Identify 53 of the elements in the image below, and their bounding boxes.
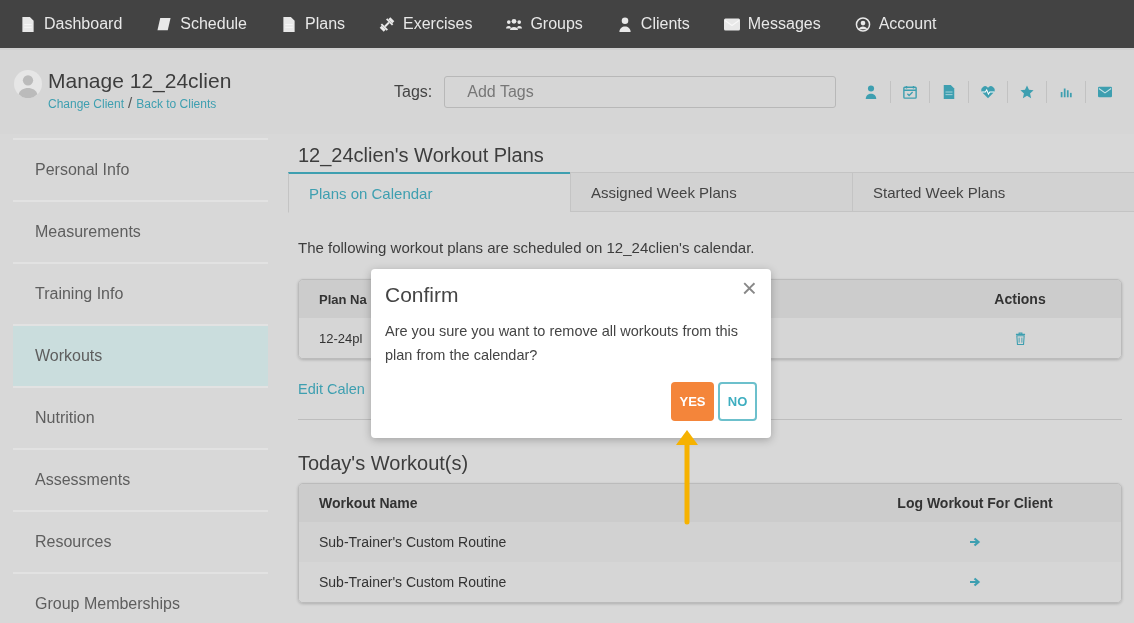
document-icon bbox=[942, 85, 956, 99]
dumbbell-icon bbox=[379, 16, 396, 32]
nav-link[interactable]: Plans bbox=[281, 15, 346, 33]
dialog-title: Confirm bbox=[385, 283, 459, 307]
nav-link[interactable]: Schedule bbox=[156, 15, 247, 33]
section-title: 12_24clien's Workout Plans bbox=[298, 144, 545, 169]
envelope-icon bbox=[723, 16, 740, 32]
sidebar-item[interactable]: Group Memberships bbox=[13, 572, 268, 623]
sidebar-item[interactable]: Workouts bbox=[13, 324, 268, 386]
document-icon bbox=[281, 16, 297, 32]
arrow-right-icon[interactable] bbox=[969, 576, 981, 588]
person-icon bbox=[864, 85, 878, 99]
user-circle-icon bbox=[854, 16, 871, 32]
nav-link[interactable]: Groups bbox=[506, 15, 583, 33]
no-button[interactable]: NO bbox=[718, 382, 757, 421]
arrow-right-icon[interactable] bbox=[969, 536, 981, 548]
person-icon bbox=[616, 16, 633, 32]
column-header: Plan Na bbox=[319, 292, 367, 307]
tab[interactable]: Assigned Week Plans bbox=[570, 173, 852, 212]
envelope-icon bbox=[1098, 85, 1112, 99]
sidebar-item[interactable]: Personal Info bbox=[13, 138, 268, 200]
today-title: Today's Workout(s) bbox=[298, 452, 470, 475]
avatar-icon bbox=[14, 70, 42, 98]
sidebar-item[interactable]: Assessments bbox=[13, 448, 268, 510]
trash-icon[interactable] bbox=[1014, 331, 1026, 345]
column-header: Workout Name bbox=[318, 495, 419, 511]
tags-label: Tags: bbox=[394, 83, 433, 101]
tags-field[interactable]: Add Tags bbox=[444, 76, 837, 108]
sidebar-item[interactable]: Nutrition bbox=[13, 386, 268, 448]
sidebar-item[interactable]: Measurements bbox=[13, 200, 268, 262]
nav-link[interactable]: Dashboard bbox=[20, 15, 123, 33]
column-header: Log Workout For Client bbox=[896, 495, 1054, 511]
intro-text: The following workout plans are scheduled on 12_24clien's calendar. bbox=[298, 239, 756, 258]
yes-button[interactable]: YES bbox=[671, 382, 714, 421]
nav-link[interactable]: Exercises bbox=[379, 15, 473, 33]
table-cell-text: Sub-Trainer's Custom Routine bbox=[318, 574, 508, 590]
star-icon bbox=[1020, 85, 1034, 99]
close-button[interactable]: × bbox=[739, 275, 759, 301]
table-cell-text: Sub-Trainer's Custom Routine bbox=[318, 534, 508, 550]
document-icon bbox=[20, 16, 36, 32]
calendar-icon bbox=[903, 85, 917, 99]
dialog-message: Are you sure you want to remove all workouts from this plan from the calendar? bbox=[385, 322, 739, 365]
nav-link[interactable]: Account bbox=[854, 15, 937, 33]
tab[interactable]: Started Week Plans bbox=[852, 173, 1134, 212]
nav-link[interactable]: Messages bbox=[723, 15, 821, 33]
group-icon bbox=[506, 16, 523, 32]
table-cell: 12-24pl bbox=[319, 331, 363, 346]
heartbeat-icon bbox=[981, 85, 995, 99]
nav-link[interactable]: Clients bbox=[616, 15, 690, 33]
client-title: Manage 12_24clien bbox=[48, 69, 232, 93]
sidebar-item[interactable]: Resources bbox=[13, 510, 268, 572]
separator: / bbox=[128, 94, 133, 111]
column-header: Actions bbox=[993, 291, 1047, 307]
